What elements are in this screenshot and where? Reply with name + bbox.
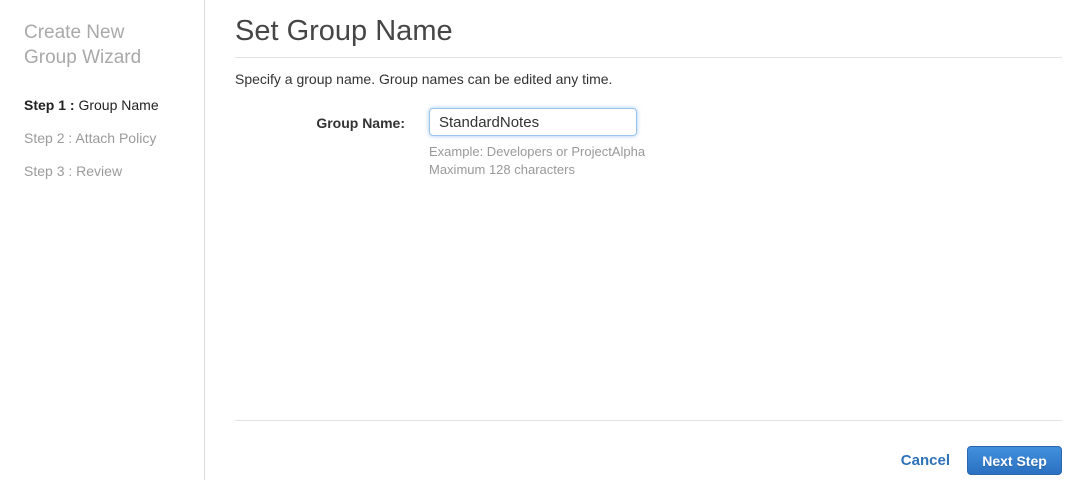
sidebar-step-review[interactable]: Step 3 : Review: [24, 164, 190, 178]
footer-divider: [235, 420, 1062, 421]
wizard-title: Create New Group Wizard: [24, 22, 142, 68]
wizard-footer: Cancel Next Step: [235, 420, 1062, 480]
group-name-form-row: Group Name: Example: Developers or Proje…: [235, 108, 1062, 179]
group-name-label: Group Name:: [316, 115, 405, 131]
group-name-input[interactable]: [429, 108, 637, 136]
step-label: Group Name: [78, 97, 159, 113]
cancel-button[interactable]: Cancel: [901, 452, 950, 469]
group-name-field-column: Example: Developers or ProjectAlpha Maxi…: [429, 108, 645, 179]
sidebar-step-group-name[interactable]: Step 1 : Group Name: [24, 98, 190, 112]
group-name-hint-example: Example: Developers or ProjectAlpha: [429, 144, 646, 159]
title-divider: [235, 57, 1062, 58]
footer-actions: Cancel Next Step: [235, 446, 1062, 480]
step-prefix: Step 3 :: [24, 163, 73, 179]
sidebar-step-attach-policy[interactable]: Step 2 : Attach Policy: [24, 131, 190, 145]
wizard-sidebar: Create New Group Wizard Step 1 : Group N…: [0, 0, 205, 480]
step-prefix: Step 1 :: [24, 97, 75, 113]
page-title: Set Group Name: [235, 15, 453, 47]
step-prefix: Step 2 :: [24, 130, 73, 146]
step-label: Review: [76, 163, 123, 179]
group-name-hint-max: Maximum 128 characters: [429, 162, 575, 177]
create-group-wizard-window: Create New Group Wizard Step 1 : Group N…: [0, 0, 1073, 480]
page-description: Specify a group name. Group names can be…: [235, 71, 613, 87]
wizard-main-panel: Set Group Name Specify a group name. Gro…: [205, 0, 1073, 480]
step-label: Attach Policy: [75, 130, 157, 146]
next-step-button[interactable]: Next Step: [967, 446, 1062, 475]
